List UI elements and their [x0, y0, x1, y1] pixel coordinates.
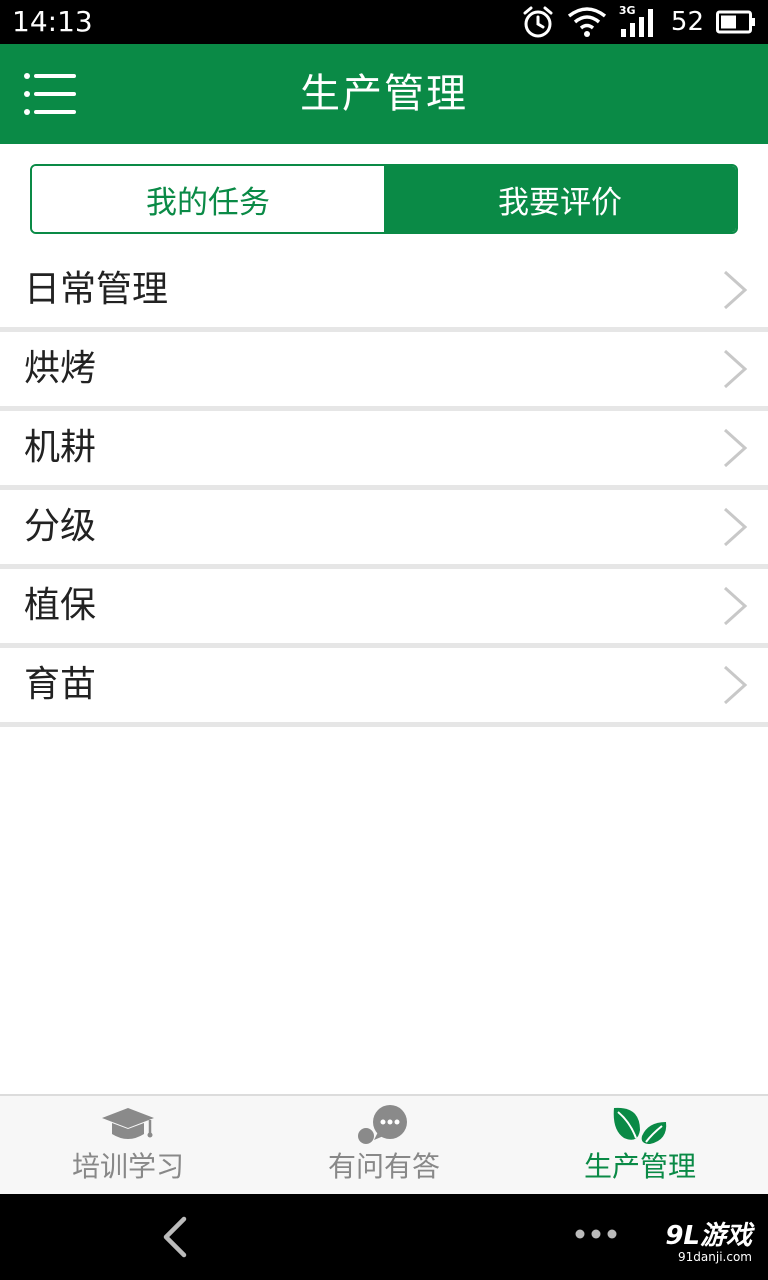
chevron-right-icon [723, 428, 748, 468]
app-header: 生产管理 [0, 44, 768, 144]
list-item-mechanized-plowing[interactable]: 机耕 [0, 411, 768, 490]
chevron-right-icon [723, 586, 748, 626]
cell-signal-icon: 3G [619, 5, 659, 39]
status-time: 14:13 [12, 5, 93, 38]
more-dots-icon[interactable] [574, 1228, 618, 1240]
back-icon[interactable] [158, 1216, 190, 1258]
nav-label: 有问有答 [327, 1150, 440, 1183]
list-item-curing[interactable]: 烘烤 [0, 332, 768, 411]
list-item-daily-management[interactable]: 日常管理 [0, 253, 768, 332]
alarm-icon [523, 6, 553, 38]
system-nav-bar: 9L游戏 91danji.com [0, 1194, 768, 1280]
list-item-plant-protection[interactable]: 植保 [0, 569, 768, 648]
chevron-right-icon [723, 665, 748, 705]
page-title: 生产管理 [300, 71, 468, 117]
nav-item-training[interactable]: 培训学习 [0, 1096, 256, 1194]
graduation-cap-icon [102, 1108, 154, 1139]
chevron-right-icon [723, 349, 748, 389]
nav-item-production[interactable]: 生产管理 [512, 1096, 768, 1194]
watermark-logo-text: 9L游戏 [665, 1221, 752, 1251]
status-icons: 3G 52 [521, 4, 756, 40]
list-item-seedling[interactable]: 育苗 [0, 648, 768, 727]
chat-bubble-icon [358, 1105, 407, 1144]
nav-label: 培训学习 [71, 1150, 184, 1183]
watermark: 9L游戏 91danji.com [665, 1222, 752, 1264]
category-list: 日常管理 烘烤 机耕 分级 植保 育苗 [0, 253, 768, 727]
nav-label: 生产管理 [583, 1150, 696, 1183]
wifi-icon [567, 7, 606, 37]
list-item-label: 烘烤 [24, 348, 97, 389]
list-item-grading[interactable]: 分级 [0, 490, 768, 569]
leaf-icon [613, 1107, 667, 1144]
bottom-nav: 培训学习 有问有答 生产管理 [0, 1094, 768, 1194]
tab-evaluate[interactable]: 我要评价 [384, 166, 736, 232]
watermark-url: 91danji.com [678, 1250, 752, 1264]
chevron-right-icon [723, 270, 748, 310]
nav-item-qa[interactable]: 有问有答 [256, 1096, 512, 1194]
hamburger-menu-icon [24, 73, 76, 115]
list-item-label: 日常管理 [24, 269, 169, 310]
battery-icon [716, 10, 755, 34]
list-item-label: 植保 [24, 585, 97, 626]
chevron-right-icon [723, 507, 748, 547]
list-item-label: 分级 [24, 506, 97, 547]
battery-level: 52 [670, 7, 704, 37]
list-item-label: 机耕 [24, 427, 97, 468]
menu-button[interactable] [24, 72, 76, 116]
segmented-tabs: 我的任务 我要评价 [30, 164, 738, 234]
list-item-label: 育苗 [24, 664, 97, 705]
status-bar: 14:13 3G 52 [0, 0, 768, 44]
tab-my-tasks[interactable]: 我的任务 [32, 166, 384, 232]
